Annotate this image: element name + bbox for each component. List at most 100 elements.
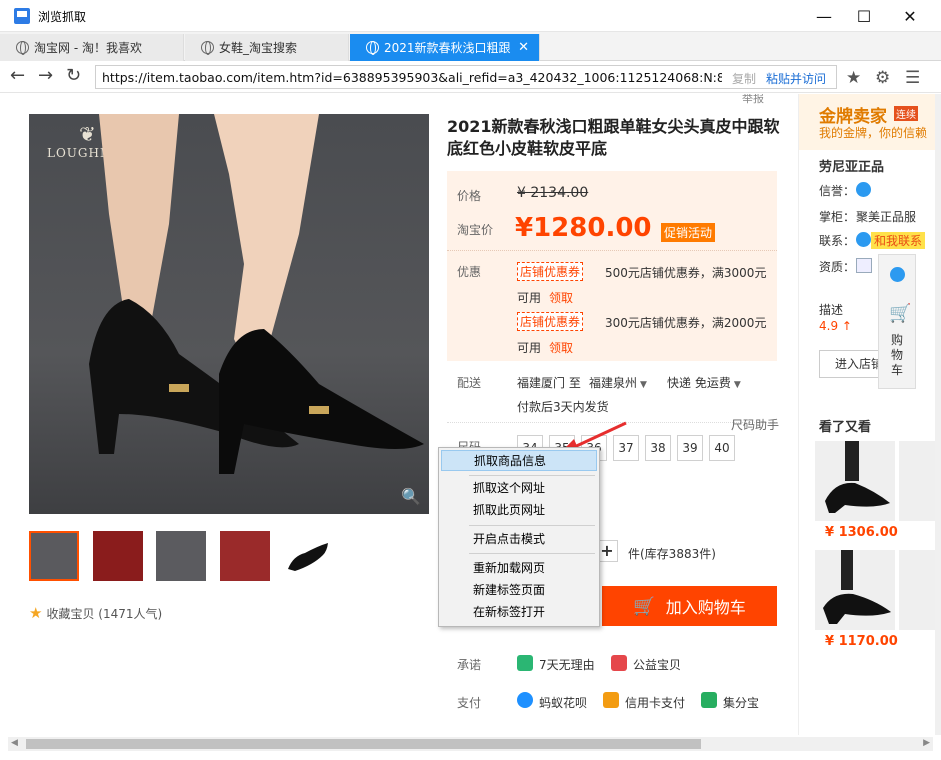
promise-charity: 公益宝贝	[633, 658, 682, 672]
thumbnail-2[interactable]	[93, 531, 143, 581]
thumbnail-4[interactable]	[220, 531, 270, 581]
recommend-image-3[interactable]	[815, 550, 895, 630]
tab-taobao-home[interactable]: 淘宝网 - 淘！我喜欢	[0, 34, 184, 61]
app-icon	[14, 8, 30, 24]
promise-label: 承诺	[457, 658, 482, 672]
scroll-right-icon[interactable]: ▶	[923, 738, 930, 748]
stock-info: 件(库存3883件)	[628, 547, 716, 561]
tab-close-icon[interactable]: ✕	[518, 40, 529, 55]
original-price: ¥ 2134.00	[517, 185, 589, 201]
menu-item-click-mode[interactable]: 开启点击模式	[441, 529, 597, 550]
menu-icon[interactable]: ☰	[905, 68, 920, 88]
menu-item-open-in-new-tab[interactable]: 在新标签打开	[441, 602, 597, 623]
close-button[interactable]: ✕	[887, 0, 933, 32]
reload-button[interactable]: ↻	[66, 67, 81, 85]
payment-label: 支付	[457, 696, 482, 710]
describe-score: 4.9 ↑	[819, 319, 852, 333]
size-helper[interactable]: 尺码助手	[731, 416, 779, 433]
charity-icon	[611, 655, 627, 671]
credit-label: 信誉：	[819, 184, 856, 198]
favorite-count: (1471人气)	[98, 607, 163, 621]
caret-down-icon: ▼	[640, 380, 647, 390]
huabei-icon	[517, 692, 533, 708]
favorite-label: 收藏宝贝	[46, 607, 95, 621]
recommend-image-4[interactable]	[899, 550, 935, 630]
price-label: 价格	[457, 189, 482, 203]
bookmark-star-icon[interactable]: ★	[846, 68, 861, 88]
gold-badge: 连续	[894, 106, 918, 121]
caret-down-icon: ▼	[733, 380, 741, 390]
product-main-image[interactable]: ❦ LOUGHNEA 🔍	[29, 114, 429, 514]
ship-note: 付款后3天内发货	[517, 400, 609, 414]
shop-name[interactable]: 劳尼亚正品	[819, 156, 884, 175]
qualification-icon	[856, 258, 872, 273]
coupon-tag-1: 店铺优惠券	[517, 262, 584, 281]
settings-gear-icon[interactable]: ⚙	[875, 68, 890, 88]
wangwang-icon	[856, 232, 871, 247]
shoe-thumb-icon	[288, 543, 328, 571]
menu-item-grab-product[interactable]: 抓取商品信息	[441, 450, 597, 471]
title-bar: 浏览抓取 — ☐ ✕	[0, 0, 941, 32]
contact-seller-button[interactable]: 和我联系	[871, 232, 926, 249]
payment-jifenbao: 集分宝	[723, 696, 760, 710]
recommend-image-2[interactable]	[899, 441, 935, 521]
describe-label: 描述	[819, 303, 844, 317]
qualification-label: 资质：	[819, 260, 856, 274]
tab-product[interactable]: 2021新款春秋浅口粗跟 ✕	[350, 34, 540, 61]
counter-label: 掌柜：	[819, 210, 856, 224]
size-option[interactable]: 38	[645, 435, 671, 461]
floating-cart-bar[interactable]: 🛒 购物车	[878, 254, 916, 389]
size-option[interactable]: 39	[677, 435, 703, 461]
horizontal-scrollbar[interactable]: ◀ ▶	[8, 737, 933, 751]
payment-credit-card: 信用卡支付	[625, 696, 686, 710]
paste-go-button[interactable]: 粘贴并访问	[766, 70, 826, 87]
thumbnail-5[interactable]	[283, 531, 333, 581]
wangwang-icon[interactable]	[890, 267, 905, 282]
seven-day-icon	[517, 655, 533, 671]
taobao-price-label: 淘宝价	[457, 223, 494, 237]
globe-icon	[16, 41, 29, 55]
express-option: 快递 免运费	[667, 376, 731, 390]
ship-to-select[interactable]: 福建泉州 ▼	[589, 374, 647, 391]
size-option[interactable]: 40	[709, 435, 735, 461]
ship-from: 福建厦门 至	[517, 376, 581, 390]
ship-to: 福建泉州	[589, 376, 638, 390]
scroll-left-icon[interactable]: ◀	[11, 738, 18, 748]
thumbnail-1[interactable]	[29, 531, 79, 581]
back-button[interactable]: ←	[10, 67, 25, 85]
forward-button[interactable]: →	[38, 67, 53, 85]
recommend-image-1[interactable]	[815, 441, 895, 521]
tab-label: 2021新款春秋浅口粗跟	[384, 41, 511, 55]
promo-badge[interactable]: 促销活动	[661, 223, 716, 242]
add-to-cart-button[interactable]: 🛒 加入购物车	[602, 586, 777, 626]
vertical-scrollbar[interactable]	[935, 94, 941, 735]
menu-item-grab-page-url[interactable]: 抓取此页网址	[441, 500, 597, 521]
jifenbao-icon	[701, 692, 717, 708]
menu-item-reload[interactable]: 重新加载网页	[441, 558, 597, 579]
star-icon: ★	[29, 604, 43, 622]
favorite-link[interactable]: ★ 收藏宝贝 (1471人气)	[29, 604, 162, 622]
recommend-price-1: ¥ 1306.00	[825, 525, 898, 540]
tab-shoes-search[interactable]: 女鞋_淘宝搜索	[185, 34, 349, 61]
maximize-button[interactable]: ☐	[841, 0, 887, 32]
price-box: 价格 ¥ 2134.00 淘宝价 ¥1280.00 促销活动 优惠 店铺优惠券 …	[447, 171, 777, 361]
shipping-label: 配送	[457, 376, 482, 390]
menu-item-grab-url[interactable]: 抓取这个网址	[441, 478, 597, 499]
divider	[447, 250, 777, 251]
menu-item-new-tab[interactable]: 新建标签页面	[441, 580, 597, 601]
scroll-thumb[interactable]	[26, 739, 701, 749]
express-select[interactable]: 快递 免运费 ▼	[667, 374, 741, 391]
coupon-get-1[interactable]: 领取	[549, 289, 573, 306]
report-link[interactable]: 举报	[742, 94, 764, 106]
gold-seller-sub: 我的金牌，你的信赖	[819, 126, 928, 140]
globe-icon	[201, 41, 214, 55]
address-bar[interactable]: https://item.taobao.com/item.htm?id=6388…	[95, 65, 837, 89]
copy-button[interactable]: 复制	[732, 70, 756, 87]
coupon-text-2: 300元店铺优惠券，满2000元	[605, 316, 767, 330]
url-text[interactable]: https://item.taobao.com/item.htm?id=6388…	[102, 70, 722, 85]
shop-sidebar: 金牌卖家 连续 我的金牌，你的信赖 劳尼亚正品 信誉： 掌柜： 聚美正品服 联系…	[798, 94, 935, 735]
coupon-get-2[interactable]: 领取	[549, 339, 573, 356]
thumbnail-3[interactable]	[156, 531, 206, 581]
zoom-icon[interactable]: 🔍	[401, 487, 421, 506]
tab-label: 女鞋_淘宝搜索	[219, 41, 298, 55]
